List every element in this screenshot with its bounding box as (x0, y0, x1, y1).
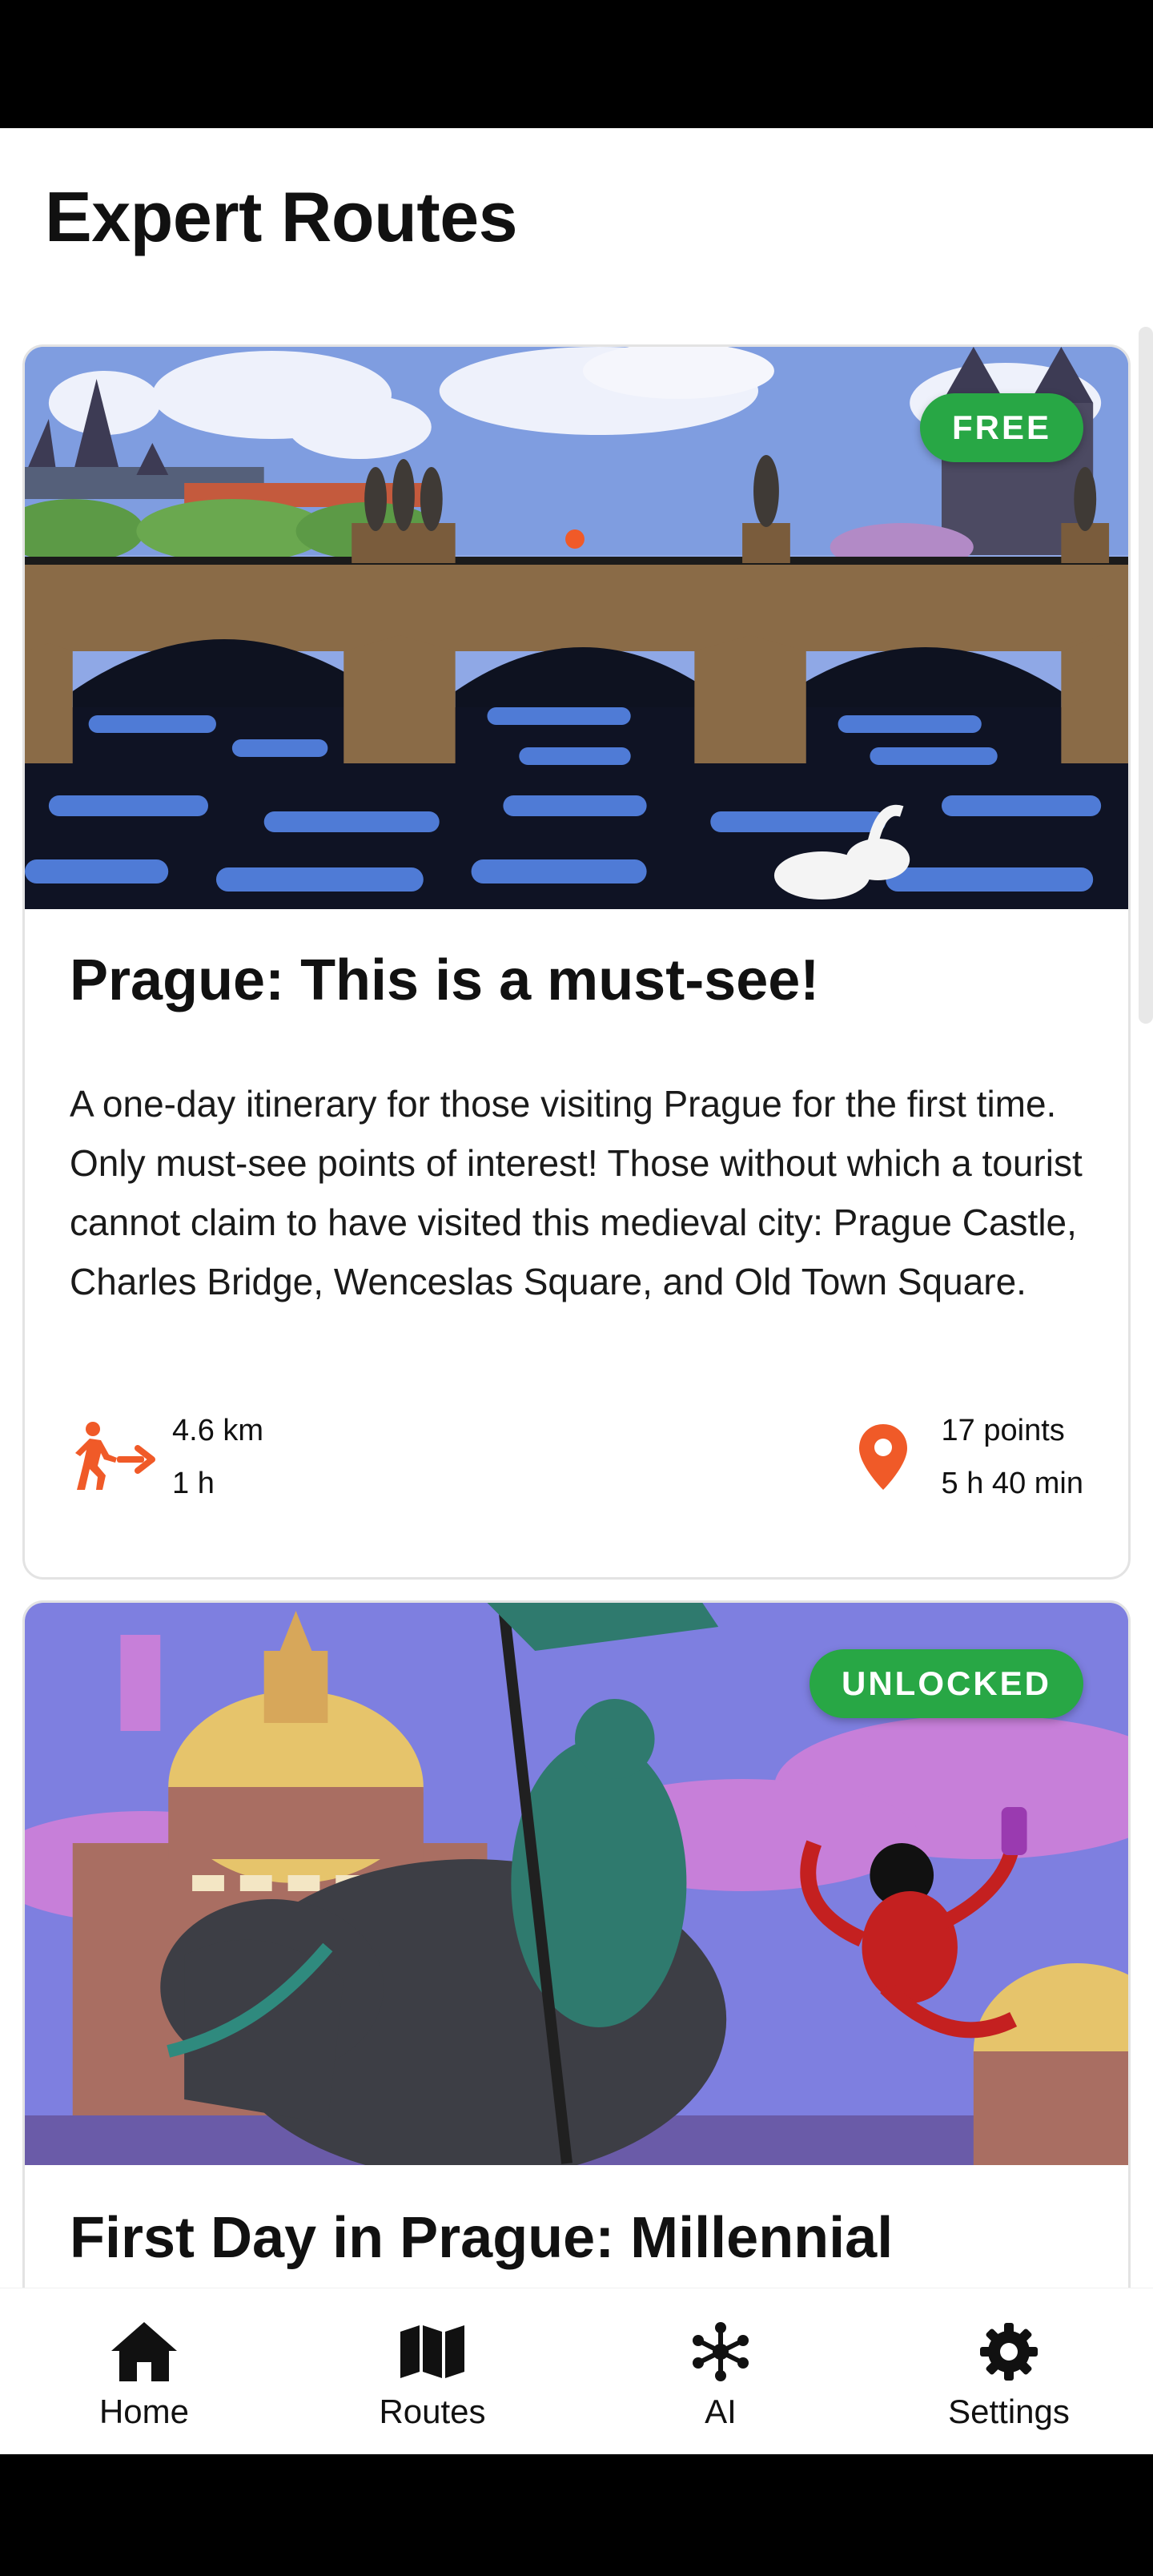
app-screen: Expert Routes FREE Prague: This is a mus… (0, 128, 1153, 2454)
nav-label-routes: Routes (379, 2393, 486, 2430)
route-badge: FREE (919, 393, 1083, 462)
nav-item-settings[interactable]: Settings (865, 2288, 1153, 2454)
route-hero-image: FREE (25, 347, 1128, 909)
location-pin-icon (839, 1413, 927, 1501)
route-walk-time: 1 h (172, 1467, 215, 1500)
map-icon (396, 2316, 468, 2388)
route-points: 17 points (941, 1414, 1065, 1447)
page-title: Expert Routes (45, 177, 518, 256)
nav-label-ai: AI (705, 2393, 737, 2430)
points-stats: 17 points 5 h 40 min (839, 1404, 1083, 1510)
route-total-time: 5 h 40 min (941, 1467, 1083, 1500)
route-description: A one-day itinerary for those visiting P… (70, 1083, 1083, 1302)
status-bar (0, 0, 1153, 128)
nav-label-settings: Settings (948, 2393, 1070, 2430)
ai-network-icon (685, 2316, 757, 2388)
nav-item-routes[interactable]: Routes (288, 2288, 576, 2454)
route-title: First Day in Prague: Millennial (70, 2206, 894, 2270)
nav-label-home: Home (98, 2393, 190, 2430)
route-badge: UNLOCKED (810, 1649, 1083, 1718)
system-navigation-bar (0, 2454, 1153, 2576)
route-distance: 4.6 km (172, 1414, 264, 1447)
route-title: Prague: This is a must-see! (70, 948, 820, 1012)
bottom-navigation: Home Routes AI Settings (0, 2288, 1153, 2454)
gear-icon (973, 2316, 1045, 2388)
distance-stats: 4.6 km 1 h (70, 1404, 263, 1510)
scrollbar-thumb[interactable] (1139, 327, 1153, 1024)
route-hero-image: UNLOCKED (25, 1603, 1128, 2165)
nav-item-home[interactable]: Home (0, 2288, 288, 2454)
home-icon (108, 2316, 180, 2388)
nav-item-ai[interactable]: AI (576, 2288, 865, 2454)
route-card[interactable]: FREE Prague: This is a must-see! A one-d… (22, 344, 1131, 1580)
walking-distance-icon (70, 1413, 158, 1501)
